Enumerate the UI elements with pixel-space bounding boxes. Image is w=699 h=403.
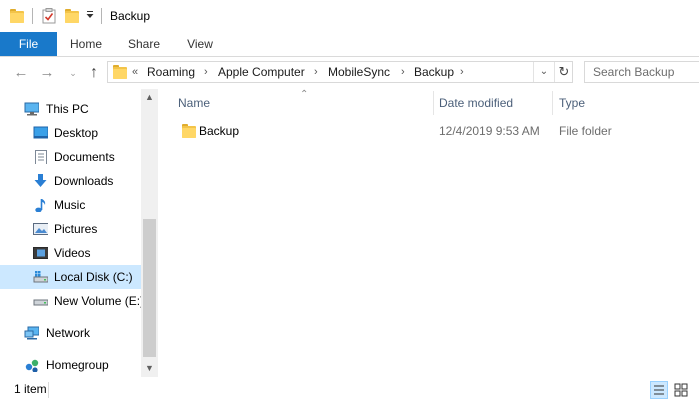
back-arrow-icon[interactable]: ← [12, 64, 30, 82]
chevron-right-icon[interactable]: › [401, 62, 405, 82]
title-bar: Backup [0, 0, 699, 32]
window-title: Backup [110, 9, 151, 23]
column-header-type[interactable]: Type [559, 89, 585, 117]
sidebar-item-videos[interactable]: Videos [0, 241, 141, 265]
computer-icon [24, 102, 39, 116]
nav-scrollbar[interactable]: ▲ ▼ [141, 89, 158, 377]
details-view-icon[interactable] [650, 381, 668, 399]
sort-indicator-icon: ⌃ [300, 89, 309, 100]
table-row[interactable]: Backup 12/4/2019 9:53 AM File folder [174, 120, 674, 142]
chevron-right-icon[interactable]: › [204, 62, 208, 82]
videos-icon [33, 247, 48, 259]
sidebar-item-downloads[interactable]: Downloads [0, 169, 141, 193]
documents-icon [35, 150, 47, 164]
file-date-modified: 12/4/2019 9:53 AM [439, 124, 540, 138]
ribbon-tabs: File Home Share View [0, 32, 699, 57]
tab-view[interactable]: View [180, 32, 220, 56]
divider [48, 382, 49, 398]
breadcrumb-mobilesync[interactable]: MobileSync [328, 62, 390, 82]
sidebar-item-network[interactable]: Network [0, 321, 141, 345]
status-bar: 1 item [0, 377, 699, 403]
divider [101, 8, 102, 24]
item-count: 1 item [14, 382, 47, 396]
breadcrumb-apple-computer[interactable]: Apple Computer [218, 62, 305, 82]
sidebar-item-new-volume-e[interactable]: New Volume (E:) [0, 289, 144, 313]
forward-arrow-icon[interactable]: → [38, 64, 56, 82]
file-type: File folder [559, 124, 612, 138]
divider [32, 8, 33, 24]
sidebar-item-this-pc[interactable]: This PC [0, 97, 141, 121]
folder-icon [10, 9, 24, 23]
breadcrumb-roaming[interactable]: Roaming [147, 62, 195, 82]
address-overflow[interactable]: « [132, 62, 138, 82]
music-icon [35, 199, 46, 212]
network-icon [24, 326, 39, 340]
chevron-right-icon[interactable]: › [460, 62, 464, 82]
pictures-icon [33, 223, 48, 235]
sidebar-item-desktop[interactable]: Desktop [0, 121, 141, 145]
sidebar-item-homegroup[interactable]: Homegroup [0, 353, 141, 377]
column-divider[interactable] [552, 91, 553, 115]
large-icons-view-icon[interactable] [672, 381, 690, 399]
folder-icon [182, 124, 196, 138]
refresh-icon[interactable]: ↻ [554, 62, 573, 82]
sidebar-item-documents[interactable]: Documents [0, 145, 141, 169]
desktop-icon [33, 126, 48, 139]
scroll-up-icon[interactable]: ▲ [141, 89, 158, 106]
navigation-pane: This PC Desktop Documents Downloads Musi… [0, 89, 158, 377]
drive-icon [33, 299, 48, 306]
address-bar[interactable]: « Roaming › Apple Computer › MobileSync … [107, 61, 573, 83]
sidebar-item-music[interactable]: Music [0, 193, 141, 217]
up-arrow-icon[interactable]: ↑ [85, 64, 103, 82]
column-header-name[interactable]: Name [178, 89, 210, 117]
downloads-icon [34, 174, 47, 187]
new-folder-icon[interactable] [65, 9, 79, 23]
sidebar-item-local-disk-c[interactable]: Local Disk (C:) [0, 265, 141, 289]
drive-icon [33, 271, 48, 283]
address-history-dropdown[interactable]: ⌄ [533, 62, 554, 82]
breadcrumb-backup[interactable]: Backup [414, 62, 454, 82]
folder-icon [113, 65, 127, 79]
search-input[interactable]: Search Backup [584, 61, 699, 83]
file-name: Backup [199, 124, 240, 138]
column-header-date-modified[interactable]: Date modified [439, 89, 513, 117]
file-list: ⌃ Name Date modified Type Backup 12/4/20… [158, 89, 699, 377]
search-placeholder: Search Backup [593, 65, 675, 79]
tab-file[interactable]: File [0, 32, 57, 56]
tab-share[interactable]: Share [122, 32, 166, 56]
properties-icon[interactable] [42, 8, 56, 24]
tab-home[interactable]: Home [64, 32, 108, 56]
recent-locations-chevron-icon[interactable]: ⌄ [64, 64, 82, 82]
chevron-right-icon[interactable]: › [314, 62, 318, 82]
scroll-thumb[interactable] [143, 219, 156, 357]
customize-toolbar-icon[interactable] [86, 11, 94, 21]
sidebar-item-pictures[interactable]: Pictures [0, 217, 141, 241]
homegroup-icon [25, 359, 39, 372]
column-divider[interactable] [433, 91, 434, 115]
scroll-down-icon[interactable]: ▼ [141, 360, 158, 377]
